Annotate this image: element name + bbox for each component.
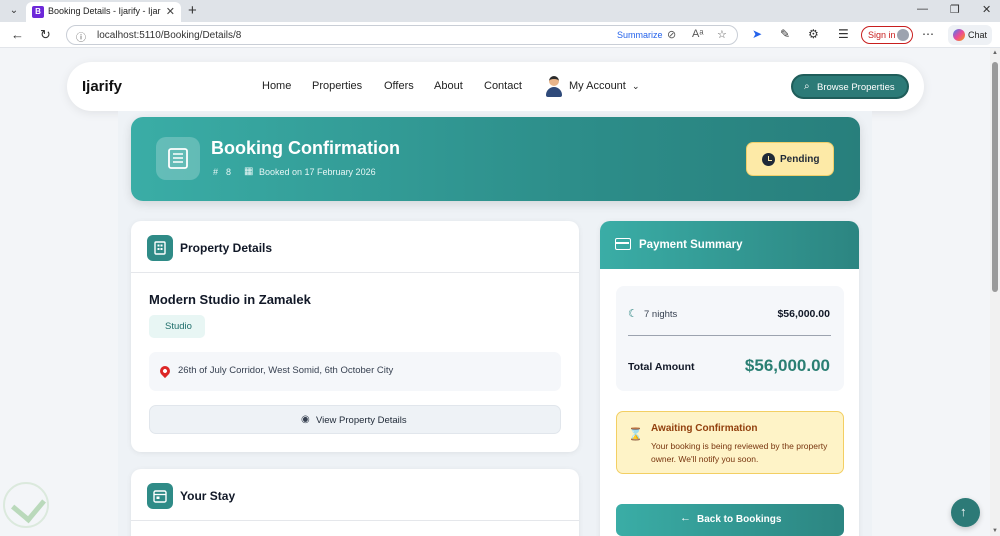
bootstrap-favicon-icon: B xyxy=(32,6,44,18)
back-arrow-icon[interactable]: ← xyxy=(11,27,24,42)
nav-link-offers[interactable]: Offers xyxy=(384,80,414,92)
property-type-label: Studio xyxy=(165,321,192,332)
calendar-icon: ▦ xyxy=(244,166,254,177)
sign-in-button[interactable]: Sign in xyxy=(861,26,913,44)
copilot-logo-icon xyxy=(953,29,965,41)
view-property-details-label: View Property Details xyxy=(316,415,407,426)
notice-title: Awaiting Confirmation xyxy=(651,423,758,434)
card-divider xyxy=(131,272,579,273)
scroll-down-arrow-icon[interactable]: ▼ xyxy=(992,528,998,534)
payment-summary-card: Payment Summary ☾ 7 nights $56,000.00 To… xyxy=(600,221,859,536)
new-tab-plus-icon[interactable]: + xyxy=(188,2,197,19)
status-label: Pending xyxy=(780,154,820,165)
scroll-to-top-button[interactable]: ↑ xyxy=(951,498,980,527)
chevron-down-icon[interactable]: ⌄ xyxy=(632,81,640,92)
sign-in-label: Sign in xyxy=(868,30,896,40)
property-details-card: Property Details Modern Studio in Zamale… xyxy=(131,221,579,452)
tab-title: Booking Details - Ijarify - Ijarify Re xyxy=(48,6,161,16)
map-pin-icon xyxy=(157,363,173,379)
favorite-star-icon[interactable]: ☆ xyxy=(717,28,727,41)
favorites-icon[interactable]: ☰ xyxy=(838,27,849,41)
notice-text: Your booking is being reviewed by the pr… xyxy=(651,441,828,464)
your-stay-card: Your Stay xyxy=(131,469,579,536)
status-badge: Pending xyxy=(746,142,834,176)
hash-icon: # xyxy=(213,167,219,177)
arrow-up-icon: ↑ xyxy=(960,504,967,519)
site-navbar: Ijarify Home Properties Offers About Con… xyxy=(67,62,924,111)
price-divider xyxy=(628,335,831,336)
receipt-icon xyxy=(156,137,200,180)
payment-summary-header: Payment Summary xyxy=(600,221,859,269)
tab-close-icon[interactable]: ✕ xyxy=(166,5,175,18)
property-type-badge: Studio xyxy=(149,315,205,338)
page-title: Booking Confirmation xyxy=(211,138,400,158)
payment-summary-title: Payment Summary xyxy=(639,239,743,251)
booked-on-date: Booked on 17 February 2026 xyxy=(259,167,376,177)
nav-link-home[interactable]: Home xyxy=(262,80,291,92)
nights-amount: $56,000.00 xyxy=(777,308,830,320)
browse-properties-button[interactable]: ⌕ Browse Properties xyxy=(791,74,909,99)
cursor-extension-icon[interactable]: ➤ xyxy=(752,27,762,41)
hourglass-icon: ⌛ xyxy=(628,427,643,441)
address-bar: ← ↻ ⓘ localhost:5110/Booking/Details/8 S… xyxy=(0,22,1000,48)
browse-properties-label: Browse Properties xyxy=(817,82,895,93)
booking-header-banner: Booking Confirmation # 8 ▦ Booked on 17 … xyxy=(131,117,860,201)
booking-number: 8 xyxy=(226,167,232,177)
browser-tab-bar: ⌄ B Booking Details - Ijarify - Ijarify … xyxy=(0,0,1000,22)
url-field[interactable]: ⓘ localhost:5110/Booking/Details/8 Summa… xyxy=(66,25,738,45)
minimize-icon[interactable]: — xyxy=(917,3,928,15)
brand-logo[interactable]: Ijarify xyxy=(82,78,122,95)
moon-icon: ☾ xyxy=(628,308,638,320)
nav-link-contact[interactable]: Contact xyxy=(484,80,522,92)
clock-icon xyxy=(762,153,775,166)
property-name: Modern Studio in Zamalek xyxy=(149,292,311,307)
back-to-bookings-label: Back to Bookings xyxy=(697,514,782,525)
chat-label: Chat xyxy=(968,30,988,40)
more-menu-icon[interactable]: ⋯ xyxy=(922,27,934,41)
chat-button[interactable]: Chat xyxy=(948,25,992,45)
reload-icon[interactable]: ↻ xyxy=(40,27,51,43)
scroll-up-arrow-icon[interactable]: ▲ xyxy=(992,50,998,56)
copilot-icon[interactable]: ⊘ xyxy=(667,28,676,41)
eye-icon: ◉ xyxy=(301,414,310,425)
total-amount-value: $56,000.00 xyxy=(744,356,830,375)
tab-list-chevron-icon[interactable]: ⌄ xyxy=(5,3,23,19)
arrow-left-icon: ← xyxy=(680,512,691,524)
watermark-logo-icon xyxy=(3,482,49,528)
your-stay-title: Your Stay xyxy=(180,489,236,503)
profile-avatar-icon xyxy=(897,29,909,41)
building-icon xyxy=(147,235,173,261)
my-account-dropdown[interactable]: My Account xyxy=(569,80,626,92)
read-aloud-icon[interactable]: Aᵃ xyxy=(692,28,703,40)
url-text[interactable]: localhost:5110/Booking/Details/8 xyxy=(97,30,241,41)
card-divider xyxy=(131,520,579,521)
info-icon[interactable]: ⓘ xyxy=(76,29,86,44)
calendar-stay-icon xyxy=(147,483,173,509)
price-breakdown: ☾ 7 nights $56,000.00 Total Amount $56,0… xyxy=(616,286,844,391)
close-window-icon[interactable]: ✕ xyxy=(982,3,991,16)
address-box: 26th of July Corridor, West Somid, 6th O… xyxy=(149,352,561,391)
nav-link-about[interactable]: About xyxy=(434,80,463,92)
maximize-icon[interactable]: ❐ xyxy=(950,3,960,16)
view-property-details-button[interactable]: ◉ View Property Details xyxy=(149,405,561,434)
nav-link-properties[interactable]: Properties xyxy=(312,80,362,92)
browser-tab[interactable]: B Booking Details - Ijarify - Ijarify Re… xyxy=(26,2,181,22)
property-details-title: Property Details xyxy=(180,241,273,255)
awaiting-confirmation-notice: ⌛ Awaiting Confirmation Your booking is … xyxy=(616,411,844,474)
back-to-bookings-button[interactable]: ← Back to Bookings xyxy=(616,504,844,536)
eyedropper-icon[interactable]: ✎ xyxy=(780,27,790,41)
scroll-thumb[interactable] xyxy=(992,62,998,292)
credit-card-icon xyxy=(615,238,631,250)
summarize-button[interactable]: Summarize xyxy=(617,30,663,40)
page-scrollbar[interactable]: ▲ ▼ xyxy=(990,48,1000,536)
extensions-icon[interactable]: ⚙ xyxy=(808,27,819,41)
account-avatar-icon[interactable] xyxy=(544,75,564,97)
search-icon: ⌕ xyxy=(804,81,810,92)
property-address: 26th of July Corridor, West Somid, 6th O… xyxy=(178,365,394,376)
total-amount-label: Total Amount xyxy=(628,361,695,373)
nights-label: 7 nights xyxy=(644,309,678,320)
